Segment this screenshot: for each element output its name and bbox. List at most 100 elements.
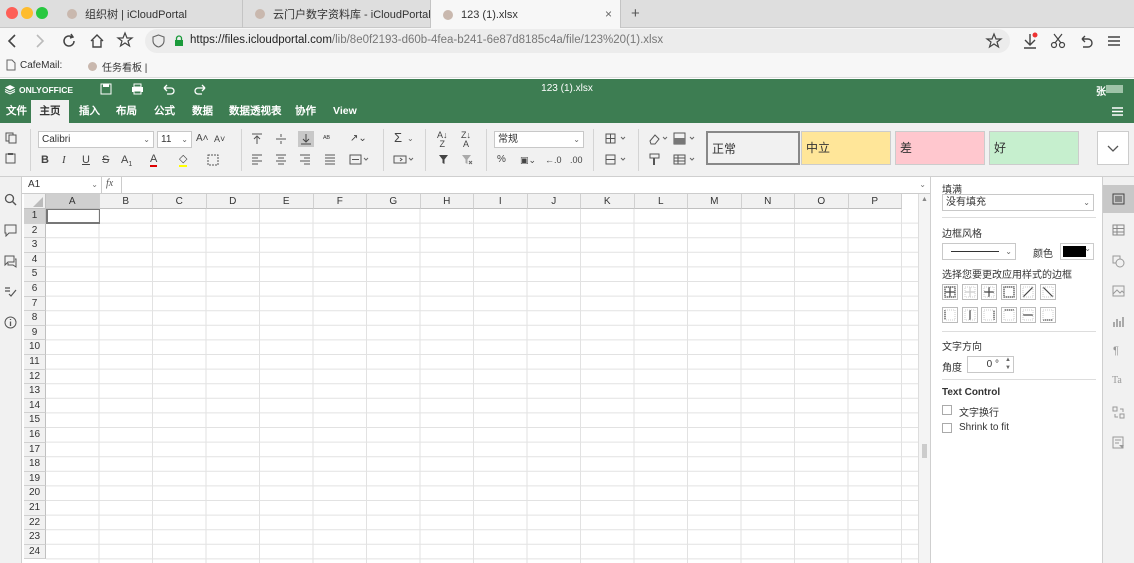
number-format-select[interactable]: 常规 ⌄ [494,131,584,148]
bookmark-star-icon[interactable] [116,31,134,49]
tab-home[interactable]: 主页 [31,100,69,123]
paragraph-settings-icon[interactable]: ¶ [1113,345,1119,357]
merge-cells-icon[interactable] [349,154,369,165]
row-header[interactable]: 20 [24,486,46,501]
decrease-decimal-icon[interactable]: ←.0 [545,153,562,167]
increase-decimal-icon[interactable]: .00 [570,153,583,167]
download-icon[interactable] [1022,32,1038,50]
bookmark-item[interactable]: 任务看板 | [88,59,147,74]
increase-font-icon[interactable]: A˄ [196,132,209,146]
tab-collaboration[interactable]: 协作 [289,100,322,123]
align-middle-icon[interactable] [275,133,287,145]
strikethrough-icon[interactable]: S [102,153,109,167]
tab-insert[interactable]: 插入 [73,100,106,123]
column-header[interactable]: F [313,194,367,209]
name-box[interactable]: A1 ⌄ [24,177,102,193]
maximize-window-button[interactable] [36,7,48,19]
slicer-settings-icon[interactable] [1112,436,1125,449]
bold-icon[interactable]: B [41,153,49,167]
align-top-icon[interactable] [251,133,263,145]
row-header[interactable]: 23 [24,530,46,545]
text-art-settings-icon[interactable]: Ta [1112,375,1122,386]
styles-more-button[interactable] [1097,131,1129,165]
about-icon[interactable] [4,316,17,329]
bookmark-item[interactable]: CafeMail: [6,59,62,71]
sort-descending-icon[interactable]: Z↓ A [461,131,471,149]
delete-cells-icon[interactable] [605,154,627,166]
comments-icon[interactable] [4,224,17,237]
style-bad[interactable]: 差 [895,131,985,165]
browser-tab[interactable]: 组织树 | iCloudPortal [55,0,243,28]
vertical-scrollbar[interactable]: ▲ [918,194,930,563]
row-header[interactable]: 9 [24,325,46,341]
column-header[interactable]: E [260,194,314,209]
style-good[interactable]: 好 [989,131,1079,165]
row-header[interactable]: 24 [24,544,46,560]
sum-icon[interactable]: Σ [394,131,402,145]
column-header[interactable]: L [634,194,688,209]
decrease-font-icon[interactable]: A˅ [214,132,225,146]
fill-select[interactable]: 没有填充 ⌄ [942,194,1094,211]
table-settings-icon[interactable] [1112,224,1125,236]
column-header[interactable]: J [527,194,581,209]
borders-icon[interactable] [207,154,219,166]
column-header[interactable]: H [420,194,474,209]
column-header[interactable]: D [206,194,260,209]
orientation-menu-icon[interactable]: ↗⌄ [350,132,367,146]
filter-icon[interactable] [438,154,449,165]
subscript-icon[interactable]: A1 [121,153,132,172]
row-header[interactable]: 22 [24,515,46,531]
wrap-text-checkbox[interactable] [942,405,952,415]
user-name[interactable]: 张 [1096,83,1106,98]
row-header[interactable]: 19 [24,471,46,487]
row-header[interactable]: 10 [24,340,46,355]
row-header[interactable]: 16 [24,428,46,443]
reload-icon[interactable] [60,32,78,50]
style-normal[interactable]: 正常 [706,131,800,165]
row-header[interactable]: 5 [24,267,46,282]
row-header[interactable]: 21 [24,501,46,516]
conditional-formatting-icon[interactable] [673,132,697,145]
tab-layout[interactable]: 布局 [110,100,143,123]
row-header[interactable]: 17 [24,442,46,458]
scroll-thumb[interactable] [922,444,927,458]
scroll-up-icon[interactable]: ▲ [921,196,928,203]
home-icon[interactable] [88,32,106,50]
diag-down-button[interactable] [1039,284,1056,300]
bottom-border-button[interactable] [1039,307,1056,323]
close-tab-icon[interactable]: × [605,7,612,21]
column-header[interactable]: C [153,194,207,209]
format-as-table-icon[interactable] [673,154,697,166]
cut-screenshot-icon[interactable] [1050,32,1066,50]
search-icon[interactable] [4,193,17,206]
spinner-icon[interactable]: ▲ ▼ [1005,356,1011,372]
spreadsheet-grid[interactable]: ABCDEFGHIJKLMNOP 1 2 3 4 5 6 7 8 9 10 11 12 13 14 15 16… [24,194,918,563]
percent-icon[interactable]: % [497,153,506,167]
column-header[interactable]: M [688,194,742,209]
shrink-to-fit-checkbox[interactable] [942,423,952,433]
row-header[interactable]: 13 [24,384,46,399]
insert-cells-icon[interactable] [605,133,627,145]
row-header[interactable]: 12 [24,369,46,385]
row-header[interactable]: 3 [24,238,46,253]
chevron-down-icon[interactable]: ⌄ [407,132,414,146]
sort-ascending-icon[interactable]: A↓ Z [437,131,448,149]
spellcheck-icon[interactable] [4,285,17,298]
column-header[interactable]: N [741,194,795,209]
fill-color-icon[interactable]: ◇ [179,153,188,167]
row-header[interactable]: 4 [24,252,46,268]
outer-border-button[interactable] [1000,284,1017,300]
right-border-button[interactable] [981,307,997,323]
copy-style-icon[interactable] [649,153,661,166]
chart-settings-icon[interactable] [1112,315,1125,328]
inner-borders-button[interactable] [961,284,978,300]
named-ranges-icon[interactable] [393,154,415,165]
justify-icon[interactable] [324,154,336,165]
close-window-button[interactable] [6,7,18,19]
align-center-icon[interactable] [275,154,287,165]
underline-icon[interactable]: U [82,153,90,167]
undo-close-icon[interactable] [1078,33,1094,49]
fx-icon[interactable]: fx [106,178,113,189]
formula-input[interactable]: ⌄ [121,177,929,193]
border-color-picker[interactable]: ⌄ [1060,243,1094,260]
